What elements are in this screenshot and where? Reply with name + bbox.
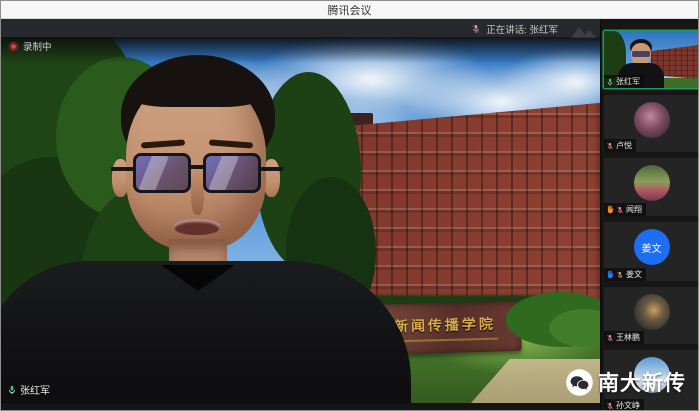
glasses-temple xyxy=(111,167,135,171)
speaking-mic-icon xyxy=(471,24,481,34)
mic-muted-icon xyxy=(606,402,614,410)
participant-avatar: 姜文 xyxy=(634,229,670,265)
participant-name: 卢悦 xyxy=(616,140,632,151)
participant-avatar xyxy=(634,102,670,138)
recording-label: 录制中 xyxy=(23,39,52,53)
main-video-area[interactable]: 新闻传播学院 xyxy=(1,37,600,403)
mini-person-glasses xyxy=(632,51,650,57)
participant-tile-zhanghongjun[interactable]: 张红军 xyxy=(604,31,699,88)
main-speaker-name-label: 张红军 xyxy=(3,380,56,399)
participant-name: 张红军 xyxy=(616,76,640,87)
video-top-shade xyxy=(1,37,600,63)
campus-sign-subline xyxy=(392,338,498,343)
speaking-label: 正在讲话: 张红军 xyxy=(486,22,558,36)
participant-name: 闻翔 xyxy=(626,204,642,215)
mic-muted-icon xyxy=(606,142,614,150)
mic-muted-icon xyxy=(616,206,624,214)
hand-raised-icon xyxy=(606,205,614,214)
wechat-icon xyxy=(565,368,594,397)
window-title: 腾讯会议 xyxy=(328,2,372,18)
mic-on-icon xyxy=(7,385,17,395)
glasses-lens xyxy=(133,153,191,193)
participant-name-label: 姜文 xyxy=(604,268,646,281)
mic-on-icon xyxy=(606,78,614,86)
speaking-indicator: 正在讲话: 张红军 xyxy=(471,22,558,36)
participant-tile-jiangwen[interactable]: 姜文 姜文 xyxy=(604,222,699,281)
participant-name-label: 卢悦 xyxy=(604,139,636,152)
wechat-watermark: 南大新传 xyxy=(565,367,686,397)
meeting-window: 腾讯会议 正在讲话: 张红军 新闻传播学院 xyxy=(0,0,699,411)
campus-sign-text: 新闻传播学院 xyxy=(394,314,496,337)
participant-name-label: 闻翔 xyxy=(604,203,646,216)
participant-name: 王林鹏 xyxy=(616,332,640,343)
participant-name: 姜文 xyxy=(626,269,642,280)
participant-name-label: 王林鹏 xyxy=(604,331,644,344)
participant-name-label: 孙文峥 xyxy=(604,399,644,411)
participants-sidebar: 张红军 卢悦 xyxy=(600,19,699,411)
participant-name: 孙文峥 xyxy=(616,400,640,411)
main-speaker-name: 张红军 xyxy=(20,382,50,397)
watermark-text: 南大新传 xyxy=(598,367,686,397)
mic-muted-icon xyxy=(606,334,614,342)
window-title-bar[interactable]: 腾讯会议 xyxy=(1,1,698,19)
participant-tile-wanglinpeng[interactable]: 王林鹏 xyxy=(604,287,699,344)
participant-avatar xyxy=(634,165,670,201)
participant-name-label: 张红军 xyxy=(604,75,644,88)
mic-muted-icon xyxy=(616,271,624,279)
participant-avatar xyxy=(634,294,670,330)
glasses-lens xyxy=(203,153,261,193)
record-icon xyxy=(9,42,18,51)
participant-tile-wenxiang[interactable]: 闻翔 xyxy=(604,158,699,216)
faded-logo-icon xyxy=(567,22,605,42)
recording-indicator[interactable]: 录制中 xyxy=(9,39,52,53)
person-mouth xyxy=(174,219,220,235)
glasses-temple xyxy=(259,167,283,171)
hand-raised-icon xyxy=(606,270,614,279)
person-nose xyxy=(191,169,204,215)
participant-tile-luyue[interactable]: 卢悦 xyxy=(604,95,699,152)
person-hairline xyxy=(129,73,263,107)
